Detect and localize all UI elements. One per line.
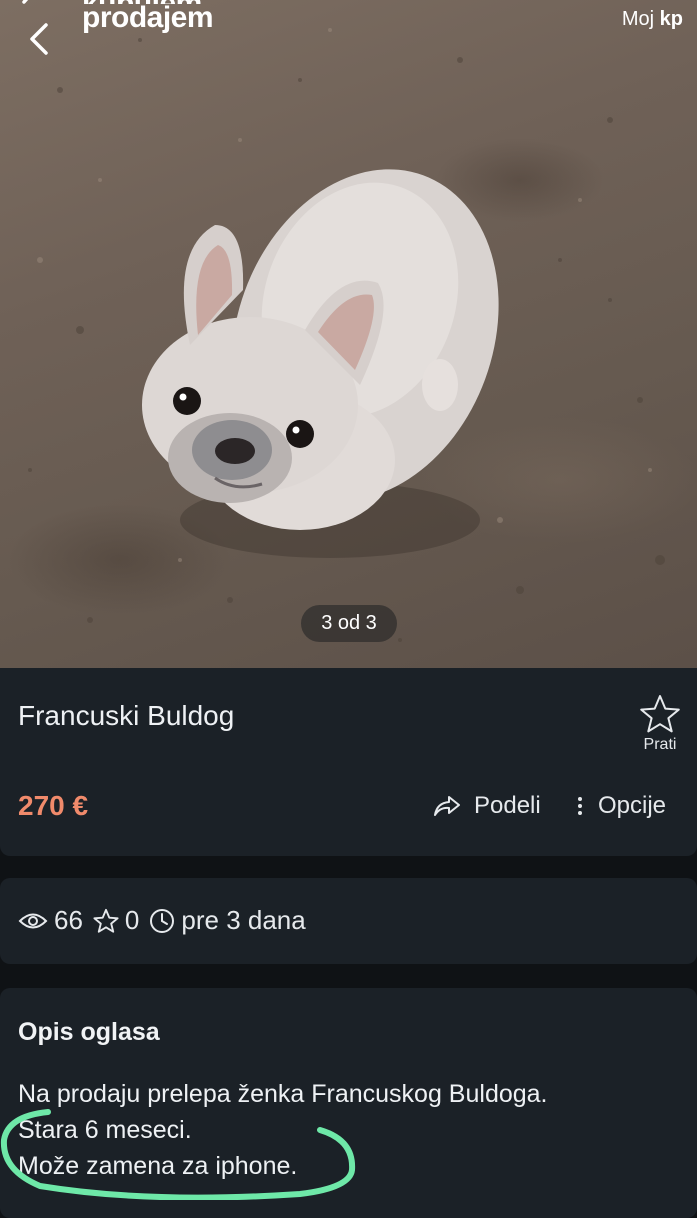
dog-photo — [28, 28, 665, 642]
posted-age: pre 3 dana — [181, 905, 306, 935]
description-line: Stara 6 meseci. — [18, 1116, 192, 1144]
my-kp-bold: kp — [659, 8, 683, 30]
clock-icon — [150, 908, 175, 933]
photo-counter: 3 od 3 — [301, 605, 397, 642]
description-text: Na prodaju prelepa ženka Francuskog Buld… — [18, 1076, 548, 1184]
listing-title: Francuski Buldog — [18, 700, 235, 731]
chevron-left-icon — [18, 0, 44, 12]
share-label: Podeli — [474, 792, 541, 819]
back-button[interactable] — [24, 22, 56, 56]
favorites-stat: 0 — [93, 905, 139, 936]
star-outline-icon — [640, 695, 680, 733]
listing-price: 270 € — [18, 790, 89, 821]
vertical-dots-icon — [578, 797, 582, 815]
options-button[interactable]: Opcije — [578, 792, 666, 820]
share-arrow-icon — [434, 796, 460, 816]
listing-photo[interactable]: kupujem prodajem Moj kp 3 od 3 — [0, 0, 697, 668]
description-line: Može zamena za iphone. — [18, 1152, 298, 1180]
kupujem-prodajem-logo[interactable]: kupujem prodajem — [82, 0, 214, 34]
eye-icon — [18, 913, 48, 928]
follow-label: Prati — [643, 736, 677, 753]
share-button[interactable]: Podeli — [432, 792, 541, 820]
description-line: Na prodaju prelepa ženka Francuskog Buld… — [18, 1080, 548, 1108]
favorites-count: 0 — [124, 905, 140, 935]
my-kp-prefix: Moj — [621, 8, 655, 30]
options-label: Opcije — [598, 792, 667, 819]
description-heading: Opis oglasa — [18, 1018, 160, 1046]
follow-button[interactable]: Prati — [636, 694, 684, 754]
chevron-left-icon — [30, 23, 48, 55]
views-count: 66 — [54, 905, 83, 935]
logo-line-2: prodajem — [82, 1, 214, 34]
listing-stats: 66 0 pre 3 dana — [18, 905, 316, 936]
listing-header-card — [0, 668, 697, 856]
my-kp-link[interactable]: Moj kp — [622, 8, 683, 31]
views-stat: 66 — [18, 905, 83, 936]
star-outline-icon — [93, 908, 119, 933]
age-stat: pre 3 dana — [149, 905, 306, 936]
